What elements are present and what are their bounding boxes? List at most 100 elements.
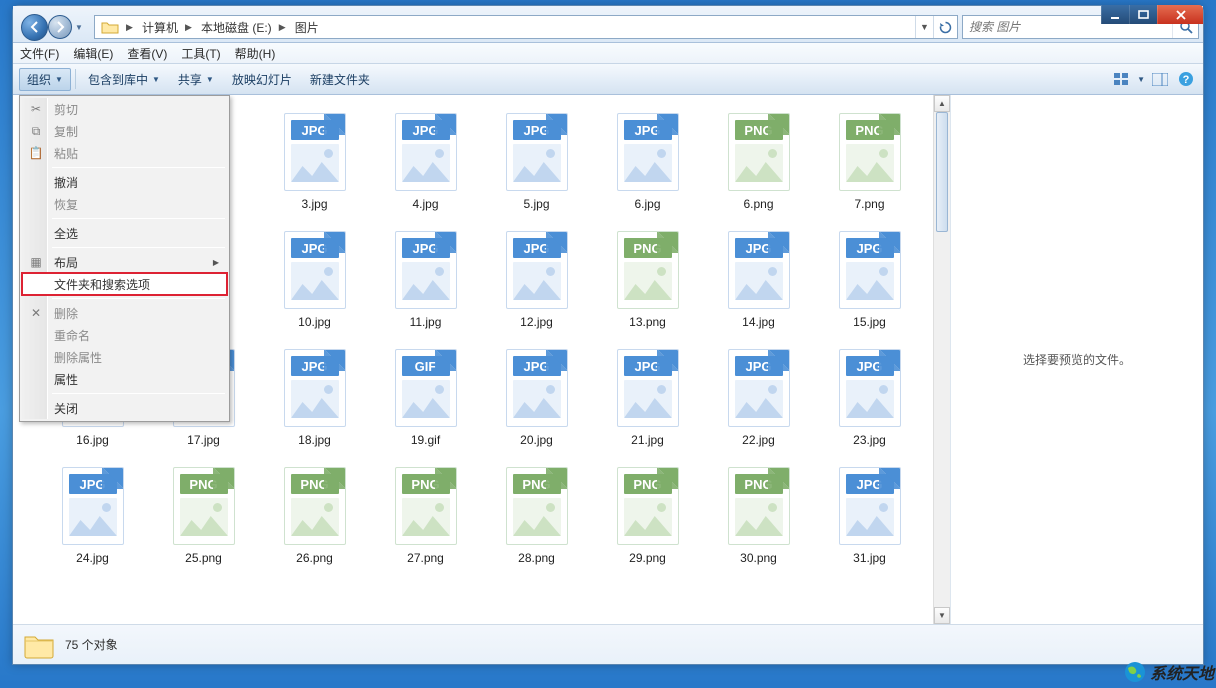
file-thumbnail: JPG: [390, 111, 462, 193]
scroll-thumb[interactable]: [936, 112, 948, 232]
file-item[interactable]: JPG15.jpg: [814, 223, 925, 341]
file-name: 26.png: [296, 551, 333, 565]
copy-icon: ⧉: [28, 123, 44, 139]
file-name: 17.jpg: [187, 433, 220, 447]
menu-file[interactable]: 文件(F): [13, 43, 66, 63]
breadcrumb-separator[interactable]: ▶: [181, 16, 195, 38]
file-name: 5.jpg: [523, 197, 549, 211]
menu-rename[interactable]: 重命名: [22, 324, 227, 346]
menu-tools[interactable]: 工具(T): [174, 43, 227, 63]
scrollbar[interactable]: ▲ ▼: [933, 95, 950, 624]
nav-forward-button[interactable]: [48, 15, 72, 39]
toolbar-organize[interactable]: 组织▼: [19, 68, 71, 91]
file-name: 10.jpg: [298, 315, 331, 329]
menu-select-all[interactable]: 全选: [22, 222, 227, 244]
file-item[interactable]: PNG30.png: [703, 459, 814, 577]
breadcrumb-separator[interactable]: ▶: [275, 16, 289, 38]
scroll-up-button[interactable]: ▲: [934, 95, 950, 112]
refresh-button[interactable]: [933, 16, 957, 38]
file-item[interactable]: PNG26.png: [259, 459, 370, 577]
menu-redo[interactable]: 恢复: [22, 193, 227, 215]
status-count: 75 个对象: [65, 636, 118, 653]
menu-copy[interactable]: ⧉复制: [22, 120, 227, 142]
toolbar-include-library[interactable]: 包含到库中▼: [80, 68, 168, 91]
file-name: 29.png: [629, 551, 666, 565]
file-item[interactable]: JPG21.jpg: [592, 341, 703, 459]
file-name: 16.jpg: [76, 433, 109, 447]
file-item[interactable]: JPG23.jpg: [814, 341, 925, 459]
scroll-down-button[interactable]: ▼: [934, 607, 950, 624]
file-item[interactable]: JPG31.jpg: [814, 459, 925, 577]
menu-remove-props[interactable]: 删除属性: [22, 346, 227, 368]
file-thumbnail: PNG: [390, 465, 462, 547]
breadcrumb-dropdown[interactable]: ▼: [915, 16, 933, 38]
file-thumbnail: PNG: [501, 465, 573, 547]
file-thumbnail: JPG: [501, 229, 573, 311]
menu-folder-options[interactable]: 文件夹和搜索选项: [22, 273, 227, 295]
file-item[interactable]: JPG 5.jpg: [481, 105, 592, 223]
menu-view[interactable]: 查看(V): [120, 43, 174, 63]
file-thumbnail: JPG: [834, 347, 906, 429]
menu-paste[interactable]: 📋粘贴: [22, 142, 227, 164]
view-mode-button[interactable]: [1111, 68, 1133, 90]
file-item[interactable]: JPG6.jpg: [592, 105, 703, 223]
file-item[interactable]: PNG 29.png: [592, 459, 703, 577]
file-item[interactable]: PNG27.png: [370, 459, 481, 577]
file-thumbnail: GIF: [390, 347, 462, 429]
status-bar: 75 个对象: [13, 624, 1203, 664]
file-item[interactable]: JPG10.jpg: [259, 223, 370, 341]
menu-edit[interactable]: 编辑(E): [66, 43, 120, 63]
menu-delete[interactable]: ✕删除: [22, 302, 227, 324]
preview-pane-button[interactable]: [1149, 68, 1171, 90]
breadcrumb-bar[interactable]: ▶ 计算机 ▶ 本地磁盘 (E:) ▶ 图片 ▼: [94, 15, 958, 39]
watermark: 系统天地: [1124, 660, 1214, 684]
file-item[interactable]: PNG7.png: [814, 105, 925, 223]
file-name: 13.png: [629, 315, 666, 329]
toolbar-new-folder[interactable]: 新建文件夹: [302, 68, 378, 91]
file-thumbnail: PNG: [612, 229, 684, 311]
nav-history-dropdown[interactable]: ▼: [72, 23, 86, 32]
file-name: 3.jpg: [301, 197, 327, 211]
file-item[interactable]: JPG4.jpg: [370, 105, 481, 223]
file-item[interactable]: PNG28.png: [481, 459, 592, 577]
file-item[interactable]: PNG6.png: [703, 105, 814, 223]
menu-help[interactable]: 帮助(H): [228, 43, 283, 63]
file-item[interactable]: JPG18.jpg: [259, 341, 370, 459]
file-item[interactable]: JPG 3.jpg: [259, 105, 370, 223]
file-thumbnail: JPG: [612, 347, 684, 429]
explorer-window: ▼ ▶ 计算机 ▶ 本地磁盘 (E:) ▶ 图片 ▼ 文件(F) 编辑(E) 查…: [12, 5, 1204, 665]
layout-icon: ▦: [28, 254, 44, 270]
file-item[interactable]: GIF 19.gif: [370, 341, 481, 459]
menu-properties[interactable]: 属性: [22, 368, 227, 390]
file-thumbnail: JPG: [57, 465, 129, 547]
file-item[interactable]: JPG20.jpg: [481, 341, 592, 459]
menu-layout[interactable]: ▦布局: [22, 251, 227, 273]
file-item[interactable]: JPG14.jpg: [703, 223, 814, 341]
maximize-button[interactable]: [1129, 5, 1157, 24]
file-thumbnail: JPG: [501, 111, 573, 193]
menu-undo[interactable]: 撤消: [22, 171, 227, 193]
file-item[interactable]: JPG24.jpg: [37, 459, 148, 577]
breadcrumb-separator[interactable]: ▶: [122, 16, 136, 38]
close-button[interactable]: [1157, 5, 1203, 24]
menu-cut[interactable]: ✂剪切: [22, 98, 227, 120]
file-item[interactable]: JPG11.jpg: [370, 223, 481, 341]
nav-back-button[interactable]: [21, 14, 48, 41]
help-button[interactable]: ?: [1175, 68, 1197, 90]
breadcrumb-computer[interactable]: 计算机: [136, 16, 181, 38]
file-name: 19.gif: [411, 433, 440, 447]
file-name: 20.jpg: [520, 433, 553, 447]
file-item[interactable]: JPG12.jpg: [481, 223, 592, 341]
menu-close[interactable]: 关闭: [22, 397, 227, 419]
file-item[interactable]: PNG 13.png: [592, 223, 703, 341]
file-item[interactable]: PNG25.png: [148, 459, 259, 577]
breadcrumb-folder[interactable]: 图片: [289, 16, 322, 38]
toolbar-slideshow[interactable]: 放映幻灯片: [224, 68, 300, 91]
breadcrumb-drive[interactable]: 本地磁盘 (E:): [195, 16, 275, 38]
toolbar-share[interactable]: 共享▼: [170, 68, 222, 91]
file-thumbnail: PNG: [612, 465, 684, 547]
minimize-button[interactable]: [1101, 5, 1129, 24]
file-item[interactable]: JPG22.jpg: [703, 341, 814, 459]
file-thumbnail: JPG: [279, 111, 351, 193]
globe-icon: [1124, 661, 1146, 683]
